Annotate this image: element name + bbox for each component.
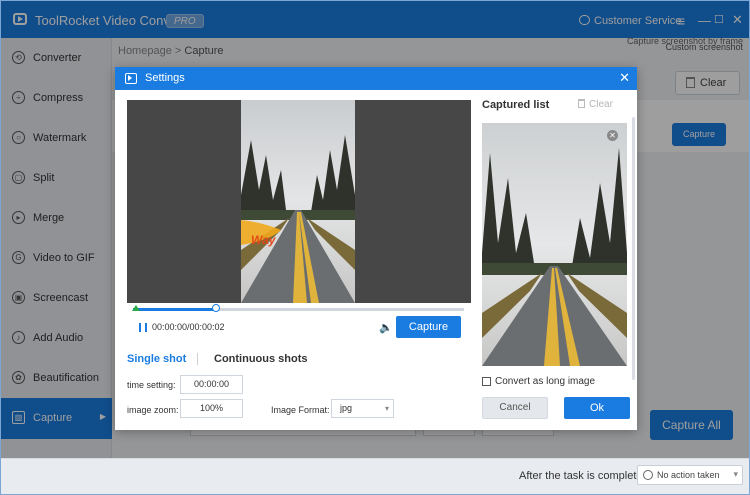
image-zoom-input[interactable]: 100% (180, 399, 243, 418)
start-marker-icon (132, 305, 140, 311)
dialog-close-icon[interactable]: ✕ (619, 70, 630, 86)
dialog-title: Settings (145, 72, 185, 84)
captured-list-scrollbar[interactable] (632, 117, 635, 380)
image-format-select[interactable]: jpg ▾ (331, 399, 394, 418)
video-preview: Way (127, 100, 471, 303)
sticker-text: Way (251, 233, 276, 247)
chevron-down-icon: ▾ (733, 469, 738, 479)
settings-logo-icon (125, 73, 137, 84)
progress-knob[interactable] (211, 304, 220, 312)
time-setting-label: time setting: (127, 380, 176, 390)
progress-slider[interactable] (133, 308, 464, 311)
time-setting-input[interactable]: 00:00:00 (180, 375, 243, 394)
cancel-button[interactable]: Cancel (482, 397, 548, 419)
chevron-down-icon: ▾ (384, 404, 389, 413)
progress-fill (133, 308, 216, 311)
video-frame: Way (241, 100, 355, 303)
dialog-header: Settings ✕ (115, 67, 637, 90)
tab-continuous-shots[interactable]: Continuous shots (214, 353, 308, 365)
after-task-select[interactable]: No action taken ▾ (637, 465, 743, 485)
after-task-label: After the task is completed (519, 470, 649, 482)
captured-clear-label: Clear (589, 99, 613, 110)
app-window: ToolRocket Video Converter PRO Customer … (0, 0, 750, 495)
image-format-label: Image Format: (271, 405, 330, 415)
settings-dialog: Settings ✕ Way 00:00:00/00:00:02 🔈 Captu… (115, 67, 637, 430)
image-format-value: jpg (340, 403, 353, 413)
pause-icon[interactable] (139, 323, 147, 332)
captured-road-image (482, 123, 627, 366)
captured-thumbnail[interactable] (482, 123, 627, 366)
volume-icon[interactable]: 🔈 (379, 321, 393, 334)
tab-single-shot[interactable]: Single shot (127, 353, 186, 365)
remove-capture-icon[interactable]: ✕ (607, 130, 618, 141)
road-scene-image (241, 100, 355, 303)
time-readout: 00:00:00/00:00:02 (152, 322, 225, 332)
status-bar: After the task is completed No action ta… (1, 458, 749, 494)
image-zoom-label: image zoom: (127, 405, 179, 415)
dialog-capture-button[interactable]: Capture (396, 316, 461, 338)
clock-icon (643, 470, 653, 480)
captured-clear-button[interactable]: Clear (578, 99, 613, 110)
after-task-value: No action taken (657, 470, 720, 480)
tab-divider (197, 353, 198, 365)
captured-list-title: Captured list (482, 99, 550, 111)
trash-icon (578, 99, 585, 108)
convert-long-checkbox[interactable] (482, 377, 491, 386)
ok-button[interactable]: Ok (564, 397, 630, 419)
convert-long-label: Convert as long image (495, 376, 596, 387)
